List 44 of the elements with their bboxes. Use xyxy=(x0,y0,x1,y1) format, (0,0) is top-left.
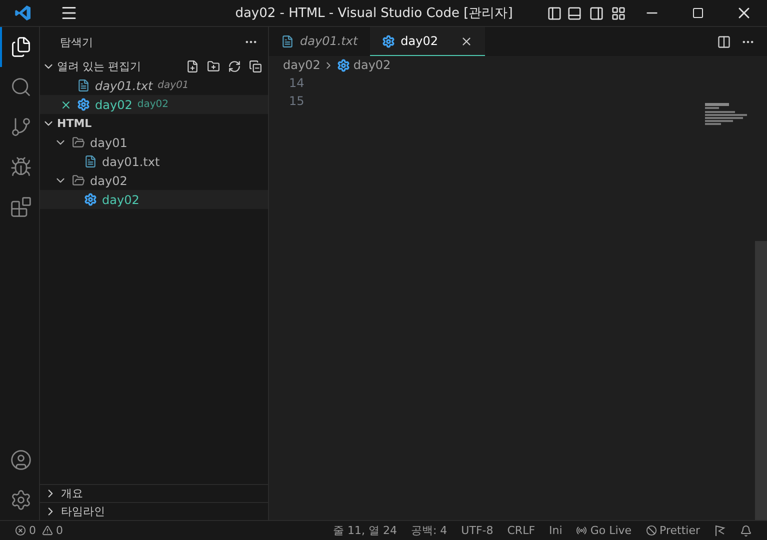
line-number: 15 xyxy=(289,93,306,110)
folder-icon xyxy=(72,136,85,149)
minimap-drawing xyxy=(705,103,747,125)
scrollbar[interactable] xyxy=(755,241,767,520)
gear-icon xyxy=(382,34,395,48)
open-editor-item[interactable]: day02 day02 xyxy=(40,95,268,114)
broadcast-icon xyxy=(576,525,588,536)
status-item[interactable]: 공백: 4 xyxy=(406,523,452,538)
status-item[interactable]: 줄 11, 열 24 xyxy=(328,523,402,538)
tree-item[interactable]: day02 xyxy=(40,171,268,190)
tree-item[interactable]: day01 xyxy=(40,133,268,152)
file-icon xyxy=(77,79,90,92)
editor-tab[interactable]: day02 xyxy=(370,27,486,56)
tree-item[interactable]: day02 xyxy=(40,190,268,209)
folder-title[interactable]: HTML xyxy=(57,117,92,130)
split-editor-icon[interactable] xyxy=(717,34,731,48)
line-number: 14 xyxy=(289,75,306,92)
close-icon[interactable] xyxy=(60,98,72,110)
sidebar-title: 탐색기 xyxy=(60,34,93,50)
folder-icon xyxy=(72,174,85,187)
gear-icon xyxy=(84,193,97,206)
status-item[interactable]: Prettier xyxy=(640,524,705,537)
open-editor-item[interactable]: day01.txt day01 xyxy=(40,76,268,95)
new-folder-icon[interactable] xyxy=(207,60,220,73)
breadcrumb-item[interactable]: day02 xyxy=(353,58,391,72)
new-file-icon[interactable] xyxy=(186,60,199,73)
status-item[interactable]: CRLF xyxy=(502,524,540,537)
close-icon[interactable] xyxy=(460,34,474,48)
file-icon xyxy=(84,155,97,168)
status-item[interactable]: UTF-8 xyxy=(456,524,498,537)
collapse-icon[interactable] xyxy=(249,60,262,73)
file-icon xyxy=(281,34,294,48)
errors-indicator[interactable]: 0 0 xyxy=(10,524,68,537)
window-title: day02 - HTML - Visual Studio Code [관리자] xyxy=(234,5,514,22)
status-item[interactable]: Ini xyxy=(544,524,568,537)
breadcrumb-item[interactable]: day02 xyxy=(283,58,320,72)
status-item[interactable]: Go Live xyxy=(571,524,637,537)
tree-item[interactable]: day01.txt xyxy=(40,152,268,171)
section-title[interactable]: 열려 있는 편집기 xyxy=(57,59,141,74)
gear-icon xyxy=(337,58,350,72)
prohibited-icon xyxy=(646,525,657,536)
gear-icon xyxy=(77,98,90,111)
refresh-icon[interactable] xyxy=(228,60,241,73)
panel-header[interactable]: 개요 xyxy=(40,484,268,502)
